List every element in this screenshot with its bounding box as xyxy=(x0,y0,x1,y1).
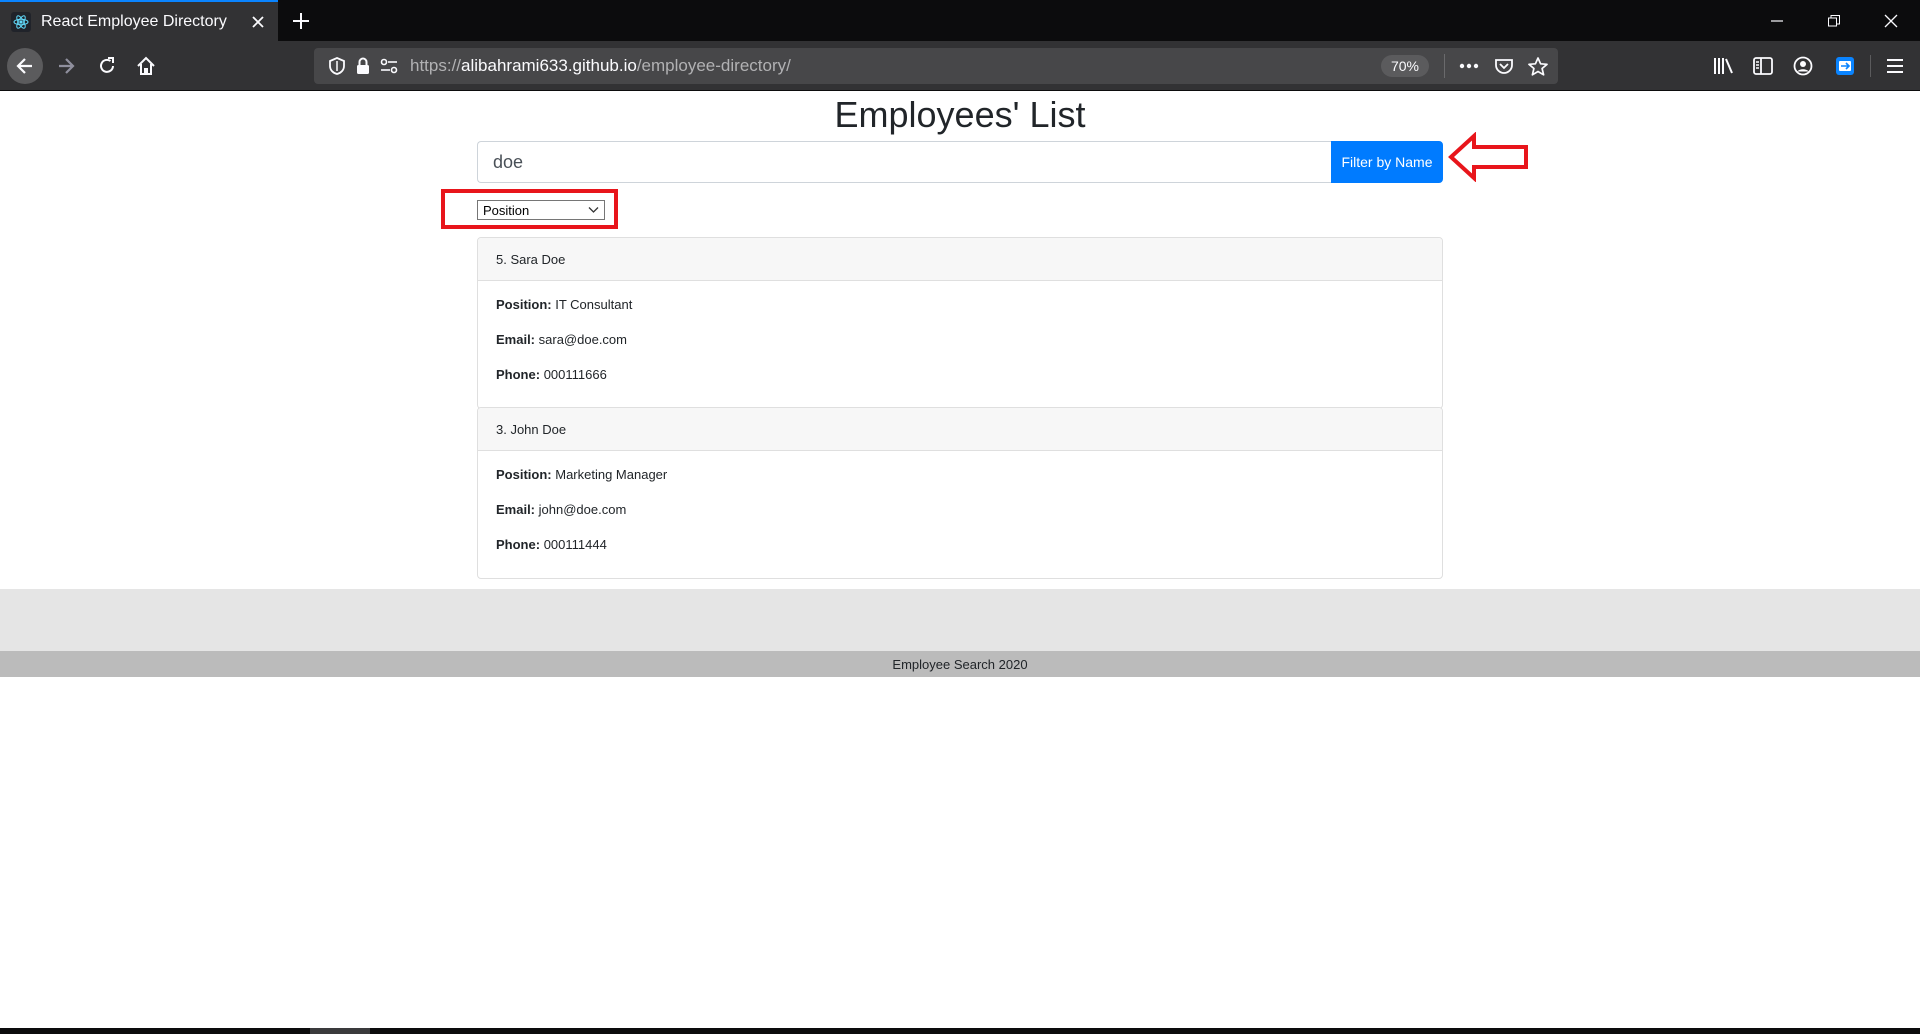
forward-arrow-icon[interactable] xyxy=(48,48,84,84)
page-title: Employees' List xyxy=(834,94,1086,135)
position-value: Marketing Manager xyxy=(555,467,668,482)
ellipsis-icon[interactable] xyxy=(1452,48,1486,84)
employee-position: Position: IT Consultant xyxy=(496,295,1424,330)
position-label: Position: xyxy=(496,467,552,482)
email-value: sara@doe.com xyxy=(538,332,627,347)
account-icon[interactable] xyxy=(1785,48,1821,84)
lock-icon[interactable] xyxy=(350,48,376,84)
position-label: Position: xyxy=(496,297,552,312)
minimize-icon[interactable] xyxy=(1749,0,1805,41)
employee-card-body: Position: Marketing Manager Email: john@… xyxy=(478,451,1442,578)
employee-card: 3. John Doe Position: Marketing Manager … xyxy=(477,407,1443,579)
filter-by-name-button[interactable]: Filter by Name xyxy=(1331,141,1443,183)
react-logo-icon xyxy=(11,11,31,32)
tab-close-icon[interactable] xyxy=(244,8,272,36)
employee-card-body: Position: IT Consultant Email: sara@doe.… xyxy=(478,281,1442,408)
pocket-icon[interactable] xyxy=(1487,48,1521,84)
taskbar-thumb xyxy=(310,1028,370,1034)
employee-email: Email: sara@doe.com xyxy=(496,330,1424,365)
permissions-icon[interactable] xyxy=(376,48,402,84)
close-window-icon[interactable] xyxy=(1863,0,1919,41)
chevron-down-icon xyxy=(588,207,599,213)
toolbar-divider xyxy=(1870,55,1871,77)
browser-navigation-bar: https://alibahrami633.github.io/employee… xyxy=(0,41,1920,91)
footer: Employee Search 2020 xyxy=(0,651,1920,677)
taskbar-strip xyxy=(0,1028,1920,1034)
phone-label: Phone: xyxy=(496,367,541,382)
home-icon[interactable] xyxy=(128,48,164,84)
zoom-level-badge[interactable]: 70% xyxy=(1381,55,1429,77)
employee-card-header: 5. Sara Doe xyxy=(478,238,1442,281)
hamburger-menu-icon[interactable] xyxy=(1877,48,1913,84)
search-input[interactable] xyxy=(477,141,1331,183)
address-bar[interactable]: https://alibahrami633.github.io/employee… xyxy=(314,48,1558,84)
active-tab[interactable]: React Employee Directory xyxy=(0,0,278,41)
extension-icon[interactable] xyxy=(1827,48,1863,84)
search-group: Filter by Name xyxy=(477,141,1443,183)
url-scheme: https:// xyxy=(410,56,462,75)
employee-phone: Phone: 000111666 xyxy=(496,365,1424,400)
employee-card-header: 3. John Doe xyxy=(478,408,1442,451)
new-tab-plus-icon[interactable] xyxy=(286,6,316,36)
annotation-arrow-left-icon xyxy=(1448,132,1528,182)
email-label: Email: xyxy=(496,332,536,347)
shield-icon[interactable] xyxy=(324,48,350,84)
star-icon[interactable] xyxy=(1521,48,1555,84)
phone-label: Phone: xyxy=(496,537,541,552)
phone-value: 000111666 xyxy=(543,367,607,382)
restore-icon[interactable] xyxy=(1806,0,1862,41)
reload-icon[interactable] xyxy=(89,48,125,84)
employee-email: Email: john@doe.com xyxy=(496,500,1424,535)
back-arrow-icon[interactable] xyxy=(7,48,43,84)
url-host: alibahrami633.github.io xyxy=(461,56,637,75)
position-select[interactable]: Position xyxy=(477,200,605,220)
employee-phone: Phone: 000111444 xyxy=(496,535,1424,570)
phone-value: 000111444 xyxy=(543,537,607,552)
employee-card: 5. Sara Doe Position: IT Consultant Emai… xyxy=(477,237,1443,409)
email-label: Email: xyxy=(496,502,536,517)
library-icon[interactable] xyxy=(1706,48,1742,84)
position-value: IT Consultant xyxy=(555,297,633,312)
url-text[interactable]: https://alibahrami633.github.io/employee… xyxy=(410,56,791,76)
employee-position: Position: Marketing Manager xyxy=(496,465,1424,500)
email-value: john@doe.com xyxy=(538,502,627,517)
footer-band xyxy=(0,589,1920,651)
sidebar-icon[interactable] xyxy=(1745,48,1781,84)
page-viewport: Employees' List Filter by Name Position … xyxy=(0,92,1920,1028)
browser-tab-strip: React Employee Directory xyxy=(0,0,1920,41)
tab-title: React Employee Directory xyxy=(41,12,227,30)
url-divider xyxy=(1444,54,1445,78)
position-select-value: Position xyxy=(483,202,530,218)
url-path: /employee-directory/ xyxy=(636,56,791,75)
